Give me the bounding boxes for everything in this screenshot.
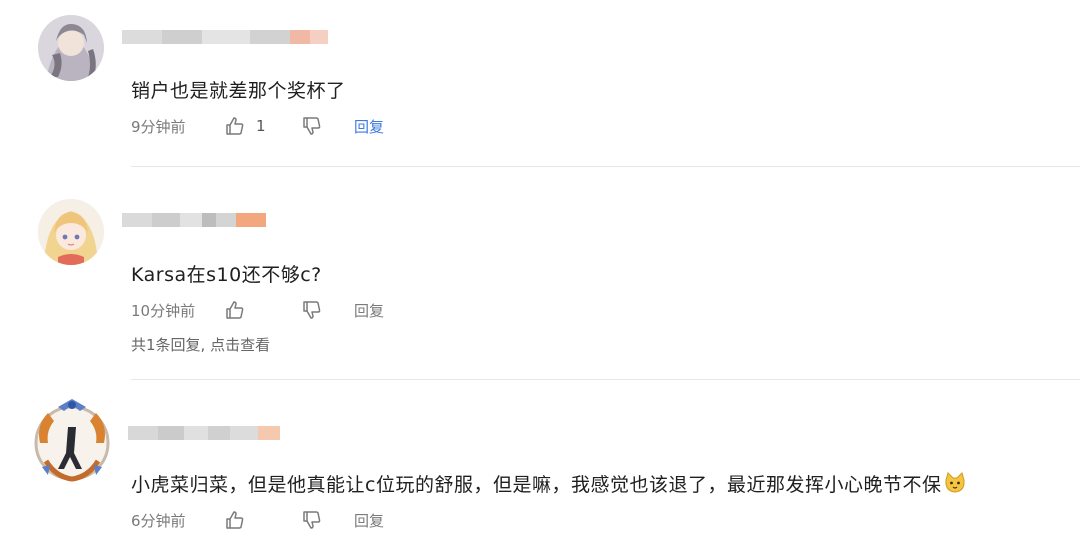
comment-text: Karsa在s10还不够c? [131, 264, 322, 286]
thumbs-up-icon[interactable] [225, 510, 245, 530]
comment-meta: 9分钟前 1 回复 [131, 115, 384, 137]
comment-meta: 10分钟前 回复 [131, 299, 384, 321]
timestamp: 10分钟前 [131, 301, 196, 320]
avatar[interactable] [38, 15, 104, 81]
comment-meta: 6分钟前 回复 [131, 509, 384, 531]
thumbs-down-icon[interactable] [302, 510, 322, 530]
view-replies-link[interactable]: 共1条回复, 点击查看 [131, 334, 270, 355]
avatar[interactable] [26, 395, 118, 487]
username-redacted[interactable] [128, 426, 280, 440]
reply-button[interactable]: 回复 [354, 116, 384, 137]
reply-button[interactable]: 回复 [354, 300, 384, 321]
timestamp: 9分钟前 [131, 117, 186, 136]
reply-button[interactable]: 回复 [354, 510, 384, 531]
thumbs-up-icon[interactable] [225, 300, 245, 320]
thumbs-down-icon[interactable] [302, 116, 322, 136]
avatar[interactable] [38, 199, 104, 265]
comment-text: 小虎菜归菜，但是他真能让c位玩的舒服，但是嘛，我感觉也该退了，最近那发挥小心晚节… [131, 470, 967, 497]
cat-face-emoji-icon [943, 471, 967, 495]
like-count: 1 [256, 117, 266, 135]
username-redacted[interactable] [122, 213, 266, 227]
thumbs-up-icon[interactable] [225, 116, 245, 136]
comment-text: 销户也是就差那个奖杯了 [131, 80, 346, 102]
divider [131, 379, 1080, 380]
thumbs-down-icon[interactable] [302, 300, 322, 320]
timestamp: 6分钟前 [131, 511, 186, 530]
divider [131, 166, 1080, 167]
username-redacted[interactable] [122, 30, 328, 44]
comment-text-body: 小虎菜归菜，但是他真能让c位玩的舒服，但是嘛，我感觉也该退了，最近那发挥小心晚节… [131, 474, 942, 496]
